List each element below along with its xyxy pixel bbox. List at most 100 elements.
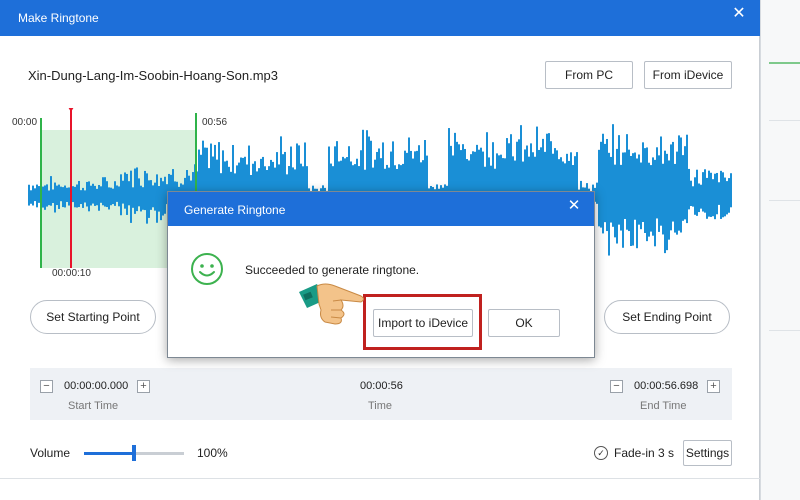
waveform-bar xyxy=(712,179,714,217)
window-close-icon[interactable]: ✕ xyxy=(727,3,751,25)
waveform-bar xyxy=(600,141,602,228)
waveform-bar xyxy=(612,124,614,227)
waveform-bar xyxy=(48,190,50,206)
waveform-bar xyxy=(620,164,622,231)
waveform-bar xyxy=(674,163,676,233)
volume-slider-thumb[interactable] xyxy=(132,445,136,461)
waveform-bar xyxy=(650,165,652,232)
waveform-bar xyxy=(92,183,94,204)
waveform-bar xyxy=(114,181,116,206)
waveform-bar xyxy=(730,173,732,208)
volume-label: Volume xyxy=(30,446,71,460)
waveform-bar xyxy=(602,133,604,234)
waveform-bar xyxy=(122,180,124,204)
waveform-bar xyxy=(52,189,54,204)
waveform-bar xyxy=(640,162,642,230)
waveform-bar xyxy=(648,162,650,237)
start-time-increase-button[interactable]: + xyxy=(137,380,150,393)
settings-button[interactable]: Settings xyxy=(683,440,732,466)
waveform-bar xyxy=(720,170,722,219)
waveform-bar xyxy=(630,155,632,246)
waveform-bar xyxy=(32,185,34,206)
from-idevice-button[interactable]: From iDevice xyxy=(644,61,732,89)
waveform-bar xyxy=(614,164,616,238)
dialog-titlebar: Generate Ringtone ✕ xyxy=(168,192,594,226)
waveform-bar xyxy=(596,182,598,204)
waveform-bar xyxy=(624,152,626,219)
waveform-bar xyxy=(142,187,144,210)
waveform-bar xyxy=(84,190,86,203)
waveform-bar xyxy=(44,185,46,210)
waveform-bar xyxy=(606,138,608,232)
import-to-idevice-button[interactable]: Import to iDevice xyxy=(373,309,473,337)
waveform-bar xyxy=(88,181,90,212)
end-time-increase-button[interactable]: + xyxy=(707,380,720,393)
waveform-bar xyxy=(704,169,706,213)
waveform-bar xyxy=(134,168,136,214)
volume-slider-fill xyxy=(84,452,134,455)
waveform-bar xyxy=(608,152,610,256)
waveform-bar xyxy=(644,148,646,233)
dialog-close-icon[interactable]: ✕ xyxy=(564,196,584,216)
waveform-bar xyxy=(722,172,724,218)
end-time-decrease-button[interactable]: − xyxy=(610,380,623,393)
waveform-bar xyxy=(646,147,648,242)
waveform-bar xyxy=(136,167,138,212)
waveform-bar xyxy=(728,178,730,213)
start-time-decrease-button[interactable]: − xyxy=(40,380,53,393)
waveform-bar xyxy=(694,177,696,215)
waveform-bar xyxy=(104,177,106,207)
waveform-bar xyxy=(86,181,88,207)
waveform-bar xyxy=(128,181,130,206)
waveform-bar xyxy=(94,185,96,206)
waveform-bar xyxy=(156,174,158,223)
playhead-marker-icon[interactable] xyxy=(65,108,77,112)
set-ending-point-button[interactable]: Set Ending Point xyxy=(604,300,730,334)
waveform-bar xyxy=(116,185,118,202)
waveform-bar xyxy=(146,173,148,224)
waveform-bar xyxy=(90,185,92,206)
waveform-bar xyxy=(716,172,718,215)
waveform-bar xyxy=(36,184,38,208)
waveform-bar xyxy=(666,153,668,251)
waveform-bar xyxy=(66,187,68,202)
time-panel: − 00:00:00.000 + Start Time 00:00:56 Tim… xyxy=(30,368,732,420)
waveform-bar xyxy=(672,141,674,222)
waveform-bar xyxy=(106,181,108,208)
from-pc-button[interactable]: From PC xyxy=(545,61,633,89)
waveform-bar xyxy=(102,177,104,206)
waveform-bar xyxy=(160,177,162,221)
waveform-bar xyxy=(698,183,700,213)
waveform-bar xyxy=(76,184,78,208)
waveform-bar xyxy=(78,180,80,208)
smiley-icon xyxy=(191,253,223,285)
waveform-bar xyxy=(628,149,630,232)
generate-ringtone-dialog: Generate Ringtone ✕ Succeeded to generat… xyxy=(167,191,595,358)
waveform-bar xyxy=(54,182,56,213)
waveform-bar xyxy=(60,186,62,202)
waveform-bar xyxy=(690,180,692,206)
window-title: Make Ringtone xyxy=(18,11,99,25)
background-app-panel xyxy=(760,0,800,500)
footer-divider xyxy=(0,478,760,479)
waveform-bar xyxy=(152,185,154,208)
fade-in-checkbox[interactable]: ✓ xyxy=(594,446,608,460)
waveform-bar xyxy=(28,184,30,206)
waveform-bar xyxy=(38,186,40,203)
waveform-bar xyxy=(100,186,102,203)
set-starting-point-button[interactable]: Set Starting Point xyxy=(30,300,156,334)
waveform-bar xyxy=(654,159,656,247)
waveform-bar xyxy=(618,135,620,225)
waveform-bar xyxy=(708,170,710,217)
ok-button[interactable]: OK xyxy=(488,309,560,337)
waveform-bar xyxy=(124,172,126,209)
waveform-bar xyxy=(132,187,134,208)
waveform-bar xyxy=(626,134,628,230)
waveform-bar xyxy=(686,134,688,224)
waveform-bar xyxy=(632,153,634,246)
pointing-hand-icon xyxy=(299,283,364,325)
duration-label: Time xyxy=(368,400,393,412)
background-divider xyxy=(769,200,800,201)
waveform-bar xyxy=(660,136,662,226)
waveform-bar xyxy=(616,148,618,244)
